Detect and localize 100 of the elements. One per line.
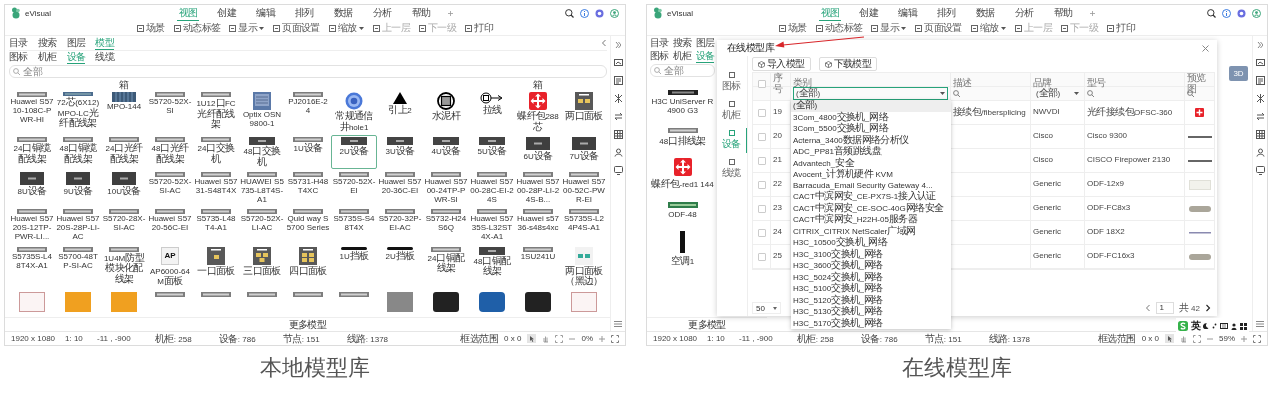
model-tile[interactable]: 72芯(6X12)MPO-LC光纤配线架 xyxy=(55,90,101,134)
toolbar-button[interactable]: 显示 xyxy=(871,21,907,35)
page-field[interactable]: 1 xyxy=(1156,302,1175,314)
toolbar-button[interactable]: 打印 xyxy=(465,21,493,35)
model-tile[interactable]: Huawei S5720-56C-EI xyxy=(147,207,193,244)
dropdown-option[interactable]: (全部) xyxy=(791,100,951,112)
sidebar-tab[interactable]: 图标 xyxy=(9,51,28,64)
model-item[interactable]: 空调1 xyxy=(670,256,695,267)
search-field[interactable]: 全部 xyxy=(650,64,715,77)
toolbar-button[interactable]: 动态标签 xyxy=(173,21,221,35)
action-button[interactable]: 导入模型 xyxy=(752,57,811,71)
model-tile[interactable]: 1U挡板 xyxy=(331,244,377,289)
model-tile[interactable]: 引上2 xyxy=(377,90,423,134)
dropdown-option[interactable]: H3C_3100交换机_网络 xyxy=(791,248,951,260)
toolbar-button[interactable]: 缩放 xyxy=(328,21,364,35)
model-tile[interactable]: MPO-144 xyxy=(101,90,147,134)
input-method-toolbar[interactable]: 英 xyxy=(1175,318,1249,334)
model-tile[interactable]: Huawei S5710-108C-PWR-HI xyxy=(9,90,55,134)
sidebar-tab[interactable]: 搜索 xyxy=(37,36,57,50)
model-tile[interactable]: Huawei S5720S-28P-LI-AC xyxy=(55,207,101,244)
model-tile[interactable]: 5U设备 xyxy=(469,135,515,169)
model-tile[interactable]: AP AP6000-64M面板 xyxy=(147,244,193,289)
model-tile[interactable]: Huawei S5731-S48T4X xyxy=(193,170,239,207)
model-tile[interactable]: S5735-L48T4-A1 xyxy=(193,207,239,244)
model-tile[interactable]: 24口铜配线架 xyxy=(423,244,469,289)
menu-tab[interactable]: 分析 xyxy=(1012,5,1036,21)
model-tile[interactable]: 9U设备 xyxy=(55,170,101,207)
model-tile[interactable]: S5731-H48T4XC xyxy=(285,170,331,207)
page-size-select[interactable]: 50 xyxy=(752,302,781,314)
more-models-button[interactable]: 更多模型 xyxy=(647,317,767,331)
model-tile[interactable]: 8U设备 xyxy=(9,170,55,207)
dropdown-option[interactable]: CACT中滨网安_H22H-05服务器 xyxy=(791,214,951,226)
toolbar-button[interactable]: 动态标签 xyxy=(815,21,863,35)
model-tile[interactable]: 三口面板 xyxy=(239,244,285,289)
dropdown-option[interactable]: H3C_5170交换机_网络 xyxy=(791,317,951,329)
model-tile[interactable]: 1U12口FC光纤配线架 xyxy=(193,90,239,134)
dropdown-option[interactable]: H3C_5024交换机_网络 xyxy=(791,271,951,283)
model-tile[interactable]: S5735S-S48T4X xyxy=(331,207,377,244)
toolbar-button[interactable]: 页面设置 xyxy=(273,21,320,35)
dropdown-option[interactable]: ADC_PP81音频跳线盘 xyxy=(791,146,951,158)
model-tile[interactable]: 1SU241U xyxy=(515,244,561,289)
model-tile[interactable]: 48口交换机 xyxy=(239,135,285,169)
menu-tab[interactable]: 排列 xyxy=(293,5,316,21)
sidebar-tab[interactable]: 目录 xyxy=(650,36,669,50)
category-tab[interactable]: 机柜 xyxy=(717,99,747,124)
model-tile[interactable]: 6U设备 xyxy=(515,135,561,169)
dropdown-option[interactable]: Barracuda_Email Security Gateway 4... xyxy=(791,180,951,191)
model-tile[interactable]: S5700-48TP-SI-AC xyxy=(55,244,101,289)
menu-tab[interactable]: 创建 xyxy=(215,5,239,21)
brand-filter[interactable]: (全部) xyxy=(1033,87,1082,100)
model-tile[interactable]: 7U设备 xyxy=(561,135,607,169)
model-tile[interactable]: 常规通信井hole1 xyxy=(331,90,377,134)
model-tile[interactable]: 24口光纤配线架 xyxy=(101,135,147,169)
dropdown-option[interactable]: Avocent_计算机硬件 KVM xyxy=(791,169,951,181)
model-tile[interactable]: 拉线 xyxy=(469,90,515,134)
action-button[interactable]: 下载模型 xyxy=(818,57,878,71)
model-tile[interactable]: S5720-52X-LI-AC xyxy=(239,207,285,244)
category-tab[interactable]: 图标 xyxy=(717,70,747,95)
model-tile[interactable]: Huawei S5720-36C-EI xyxy=(377,170,423,207)
model-tile[interactable]: Huawei S5735S-L32ST4X-A1 xyxy=(469,207,515,244)
dropdown-option[interactable]: CACT中滨网安_CE-SOC-40G网络安全 xyxy=(791,202,951,214)
model-tile[interactable]: 蝶纤包288芯 xyxy=(515,90,561,134)
model-item[interactable]: 蝶纤包-red1 144 xyxy=(651,179,714,190)
toolbar-button[interactable]: 场景 xyxy=(137,21,165,35)
dropdown-option[interactable]: CACT中滨网安_CE-PX7S-1接入认证 xyxy=(791,191,951,203)
model-tile[interactable]: 2U挡板 xyxy=(377,244,423,289)
menu-tab[interactable]: 数据 xyxy=(331,5,355,21)
menu-tab[interactable]: 帮助 xyxy=(409,5,433,21)
menu-tab[interactable]: 数据 xyxy=(973,5,997,21)
column-header[interactable]: 预览图 xyxy=(1187,73,1212,94)
search-field[interactable]: 全部 xyxy=(9,65,607,78)
menu-tab[interactable]: 创建 xyxy=(857,5,881,21)
model-tile[interactable]: 1U设备 xyxy=(285,135,331,169)
model-tile[interactable]: 水泥杆 xyxy=(423,90,469,134)
model-tile[interactable]: 24口铜缆配线架 xyxy=(9,135,55,169)
model-tile[interactable]: 1U4M防型模块化配线架 xyxy=(101,244,147,289)
menu-tab[interactable]: 分析 xyxy=(370,5,394,21)
model-tile[interactable]: 24口交换机 xyxy=(193,135,239,169)
model-tile[interactable]: 3U设备 xyxy=(377,135,423,169)
sidebar-tab[interactable]: 搜索 xyxy=(672,36,692,50)
model-tile[interactable]: S5720-52X-SI xyxy=(147,90,193,134)
more-models-button[interactable]: 更多模型 xyxy=(5,317,610,331)
column-header[interactable]: 序号 xyxy=(773,73,788,94)
model-tile[interactable]: 48口铜缆配线架 xyxy=(55,135,101,169)
model-tile[interactable]: S5732-H24S6Q xyxy=(423,207,469,244)
model-tile[interactable]: 4U设备 xyxy=(423,135,469,169)
model-tile[interactable]: HUAWEI S5735-L8T4S-A1 xyxy=(239,170,285,207)
sidebar-tab[interactable]: 机柜 xyxy=(672,50,692,63)
menu-tab[interactable]: 编辑 xyxy=(254,5,278,21)
model-tile[interactable]: S5720-32P-EI-AC xyxy=(377,207,423,244)
category-tab[interactable]: 线缆 xyxy=(717,157,747,182)
dropdown-option[interactable]: Acterna_3400数据网络分析仪 xyxy=(791,134,951,146)
dropdown-option[interactable]: H3C_10500交换机_网络 xyxy=(791,237,951,249)
dropdown-option[interactable]: H3C_5100交换机_网络 xyxy=(791,283,951,295)
column-header[interactable]: 类别 xyxy=(793,78,812,89)
menu-tab[interactable]: 编辑 xyxy=(896,5,920,21)
sidebar-tab[interactable]: 图标 xyxy=(650,50,669,63)
model-tile[interactable]: 10U设备 xyxy=(101,170,147,207)
model-tile[interactable]: PJ2016E-24 xyxy=(285,90,331,134)
dropdown-option[interactable]: H3C_3600交换机_网络 xyxy=(791,260,951,272)
